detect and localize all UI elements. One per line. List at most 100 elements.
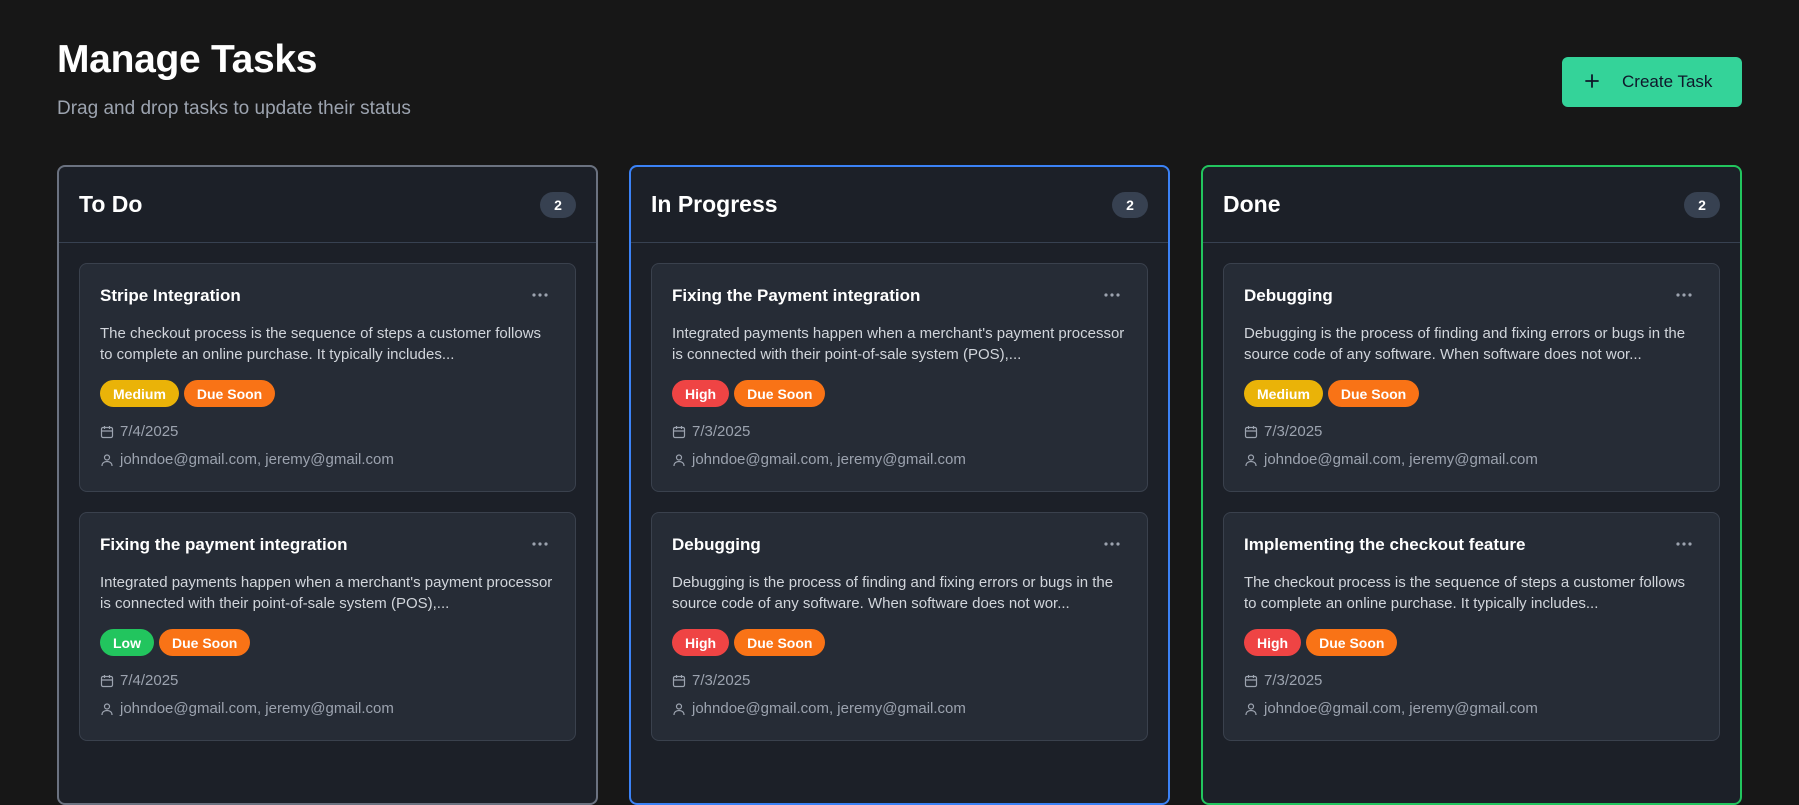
column-title: To Do — [79, 191, 143, 217]
task-date-row: 7/3/2025 — [1244, 423, 1699, 440]
task-title: Debugging — [672, 535, 761, 554]
calendar-icon — [672, 674, 686, 688]
task-date-row: 7/4/2025 — [100, 423, 555, 440]
priority-badge: Low — [100, 629, 154, 656]
task-card[interactable]: Stripe Integration The checkout process … — [79, 263, 576, 492]
create-task-button[interactable]: Create Task — [1562, 57, 1742, 107]
task-assignees-row: johndoe@gmail.com, jeremy@gmail.com — [1244, 451, 1699, 468]
task-date: 7/3/2025 — [692, 423, 751, 440]
column-body: Debugging Debugging is the process of fi… — [1203, 243, 1740, 741]
due-badge: Due Soon — [1327, 380, 1420, 407]
due-badge: Due Soon — [734, 629, 826, 656]
task-date: 7/4/2025 — [120, 423, 179, 440]
column-body: Stripe Integration The checkout process … — [59, 243, 596, 741]
priority-badge: Medium — [1244, 380, 1323, 407]
task-card[interactable]: Debugging Debugging is the process of fi… — [651, 512, 1148, 741]
task-date-row: 7/4/2025 — [100, 672, 555, 689]
task-title: Debugging — [1244, 286, 1333, 305]
priority-badge: High — [672, 380, 730, 407]
user-icon — [1244, 453, 1258, 467]
more-options-icon[interactable] — [1101, 537, 1123, 551]
task-date: 7/3/2025 — [1264, 423, 1323, 440]
task-assignees-row: johndoe@gmail.com, jeremy@gmail.com — [672, 451, 1127, 468]
calendar-icon — [100, 425, 114, 439]
task-assignees-row: johndoe@gmail.com, jeremy@gmail.com — [100, 700, 555, 717]
page-header: Manage Tasks Drag and drop tasks to upda… — [57, 0, 1742, 165]
task-assignees: johndoe@gmail.com, jeremy@gmail.com — [120, 451, 394, 468]
more-options-icon[interactable] — [1673, 288, 1695, 302]
task-title: Stripe Integration — [100, 286, 241, 305]
column-count-badge: 2 — [540, 191, 576, 218]
column-header: In Progress 2 — [631, 167, 1168, 243]
task-assignees: johndoe@gmail.com, jeremy@gmail.com — [692, 451, 966, 468]
task-tags: Low Due Soon — [100, 629, 555, 656]
task-title: Implementing the checkout feature — [1244, 535, 1526, 554]
task-card[interactable]: Fixing the payment integration Integrate… — [79, 512, 576, 741]
task-card[interactable]: Debugging Debugging is the process of fi… — [1223, 263, 1720, 492]
task-date: 7/3/2025 — [692, 672, 751, 689]
more-options-icon[interactable] — [529, 288, 551, 302]
user-icon — [100, 702, 114, 716]
due-badge: Due Soon — [1306, 629, 1398, 656]
user-icon — [1244, 702, 1258, 716]
task-assignees-row: johndoe@gmail.com, jeremy@gmail.com — [100, 451, 555, 468]
task-tags: High Due Soon — [672, 380, 1127, 407]
task-tags: Medium Due Soon — [1244, 380, 1699, 407]
column-count-badge: 2 — [1684, 191, 1720, 218]
due-badge: Due Soon — [183, 380, 276, 407]
task-description: The checkout process is the sequence of … — [1244, 574, 1686, 612]
task-date: 7/4/2025 — [120, 672, 179, 689]
user-icon — [100, 453, 114, 467]
column-title: In Progress — [651, 191, 778, 217]
task-tags: High Due Soon — [672, 629, 1127, 656]
task-title: Fixing the Payment integration — [672, 286, 921, 305]
calendar-icon — [672, 425, 686, 439]
task-description: The checkout process is the sequence of … — [100, 325, 542, 363]
column-todo[interactable]: To Do 2 Stripe Integration The checkout … — [57, 165, 598, 805]
task-assignees-row: johndoe@gmail.com, jeremy@gmail.com — [1244, 700, 1699, 717]
priority-badge: High — [672, 629, 730, 656]
column-in-progress[interactable]: In Progress 2 Fixing the Payment integra… — [629, 165, 1170, 805]
task-card[interactable]: Implementing the checkout feature The ch… — [1223, 512, 1720, 741]
page-subtitle: Drag and drop tasks to update their stat… — [57, 98, 411, 119]
task-date: 7/3/2025 — [1264, 672, 1323, 689]
task-assignees: johndoe@gmail.com, jeremy@gmail.com — [1264, 700, 1538, 717]
priority-badge: High — [1244, 629, 1302, 656]
calendar-icon — [100, 674, 114, 688]
due-badge: Due Soon — [734, 380, 826, 407]
task-description: Integrated payments happen when a mercha… — [672, 325, 1125, 363]
create-task-label: Create Task — [1622, 72, 1713, 91]
task-date-row: 7/3/2025 — [672, 672, 1127, 689]
task-description: Integrated payments happen when a mercha… — [100, 574, 553, 612]
more-options-icon[interactable] — [1101, 288, 1123, 302]
column-header: To Do 2 — [59, 167, 596, 243]
column-count-badge: 2 — [1112, 191, 1148, 218]
calendar-icon — [1244, 425, 1258, 439]
user-icon — [672, 453, 686, 467]
task-assignees: johndoe@gmail.com, jeremy@gmail.com — [1264, 451, 1538, 468]
more-options-icon[interactable] — [529, 537, 551, 551]
kanban-board: To Do 2 Stripe Integration The checkout … — [57, 165, 1742, 805]
plus-icon — [1584, 71, 1600, 93]
task-tags: High Due Soon — [1244, 629, 1699, 656]
task-date-row: 7/3/2025 — [1244, 672, 1699, 689]
column-title: Done — [1223, 191, 1281, 217]
task-description: Debugging is the process of finding and … — [1244, 325, 1686, 363]
more-options-icon[interactable] — [1673, 537, 1695, 551]
task-assignees-row: johndoe@gmail.com, jeremy@gmail.com — [672, 700, 1127, 717]
task-tags: Medium Due Soon — [100, 380, 555, 407]
page-title: Manage Tasks — [57, 38, 318, 81]
user-icon — [672, 702, 686, 716]
priority-badge: Medium — [100, 380, 179, 407]
column-header: Done 2 — [1203, 167, 1740, 243]
calendar-icon — [1244, 674, 1258, 688]
task-title: Fixing the payment integration — [100, 535, 348, 554]
due-badge: Due Soon — [159, 629, 251, 656]
task-assignees: johndoe@gmail.com, jeremy@gmail.com — [692, 700, 966, 717]
task-card[interactable]: Fixing the Payment integration Integrate… — [651, 263, 1148, 492]
column-done[interactable]: Done 2 Debugging Debugging is the proces… — [1201, 165, 1742, 805]
column-body: Fixing the Payment integration Integrate… — [631, 243, 1168, 741]
task-description: Debugging is the process of finding and … — [672, 574, 1114, 612]
task-date-row: 7/3/2025 — [672, 423, 1127, 440]
task-assignees: johndoe@gmail.com, jeremy@gmail.com — [120, 700, 394, 717]
